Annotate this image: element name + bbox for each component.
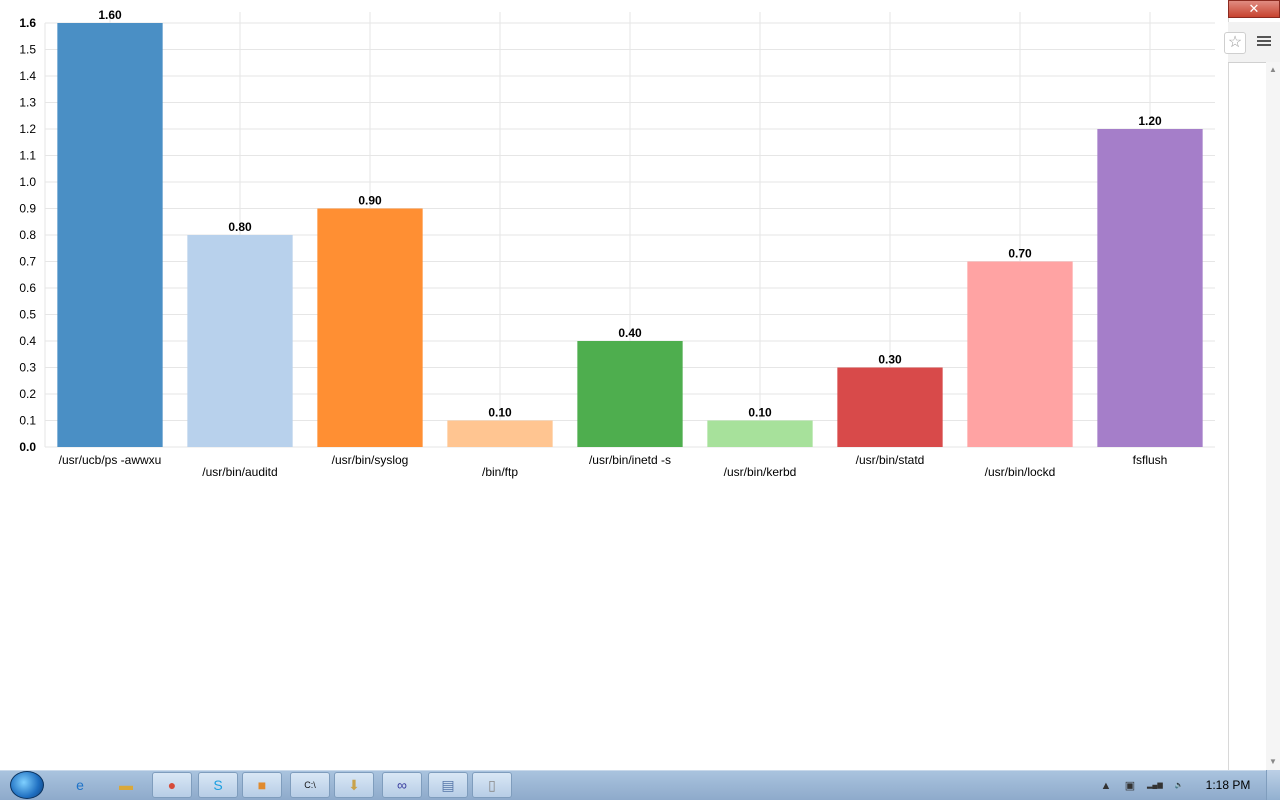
x-tick-label: fsflush xyxy=(1133,453,1168,467)
tray-up-arrow-icon[interactable]: ▲ xyxy=(1099,779,1113,793)
y-tick-label: 1.0 xyxy=(19,175,36,189)
bar[interactable] xyxy=(447,420,553,448)
y-tick-label: 0.3 xyxy=(19,361,36,375)
bar[interactable] xyxy=(1097,129,1203,447)
internet-explorer-taskbar-button[interactable]: e xyxy=(60,772,100,798)
bar-chart: 0.0 0.1 0.2 0.3 0.4 0.5 0.6 0.7 0.8 0.9 1.0 1.1 1.2 1… xyxy=(19,8,1215,479)
y-tick-label: 1.3 xyxy=(19,96,36,110)
show-desktop-button[interactable] xyxy=(1266,770,1280,800)
bar[interactable] xyxy=(707,420,813,448)
taskbar xyxy=(0,770,1280,800)
skype-icon: S xyxy=(213,777,223,793)
chart-area: 0.0 0.1 0.2 0.3 0.4 0.5 0.6 0.7 0.8 0.9 1.0 1.1 1.2 1… xyxy=(0,0,1228,770)
folder-icon: ▬ xyxy=(119,777,133,793)
start-button[interactable] xyxy=(10,771,44,799)
signal-icon[interactable]: ▂▄▆ xyxy=(1147,779,1163,793)
chrome-taskbar-button[interactable]: ● xyxy=(152,772,192,798)
x-tick-label: /usr/bin/inetd -s xyxy=(589,453,671,467)
command-prompt-icon: C:\ xyxy=(304,780,316,790)
app-icon: ■ xyxy=(257,777,267,793)
bar[interactable] xyxy=(317,208,423,448)
y-tick-label: 0.7 xyxy=(19,255,36,269)
bar-value-label: 1.60 xyxy=(98,8,122,22)
bar[interactable] xyxy=(57,23,163,447)
clock[interactable]: 1:18 PM xyxy=(1196,778,1260,792)
bar-value-label: 0.90 xyxy=(358,194,382,208)
skype-taskbar-button[interactable]: S xyxy=(198,772,238,798)
close-button[interactable]: ✕ xyxy=(1228,0,1280,18)
document-icon: ▯ xyxy=(488,777,496,793)
x-tick-label: /usr/bin/auditd xyxy=(202,465,277,479)
network-device-icon[interactable]: ▣ xyxy=(1123,779,1137,793)
x-tick-label: /usr/bin/lockd xyxy=(985,465,1056,479)
y-tick-label: 1.2 xyxy=(19,122,36,136)
bar-value-label: 1.20 xyxy=(1138,114,1162,128)
scroll-down-icon[interactable]: ▼ xyxy=(1266,756,1280,768)
chrome-icon: ● xyxy=(167,777,177,793)
menu-icon[interactable] xyxy=(1256,34,1272,50)
y-tick-label: 1.5 xyxy=(19,43,36,57)
y-tick-label: 0.4 xyxy=(19,334,36,348)
y-tick-label: 1.1 xyxy=(19,149,36,163)
y-tick-label: 0.9 xyxy=(19,202,36,216)
bar-value-label: 0.10 xyxy=(748,406,772,420)
x-tick-label: /usr/bin/syslog xyxy=(332,453,409,467)
volume-icon[interactable]: 🔈 xyxy=(1172,779,1186,793)
y-tick-label: 0.0 xyxy=(19,440,36,454)
x-tick-label: /bin/ftp xyxy=(482,465,518,479)
bar-value-label: 0.40 xyxy=(618,326,642,340)
bar[interactable] xyxy=(967,261,1073,448)
y-tick-label: 0.8 xyxy=(19,228,36,242)
y-tick-label: 0.6 xyxy=(19,281,36,295)
x-tick-label: /usr/ucb/ps -awwxu xyxy=(59,453,162,467)
bar-value-label: 0.10 xyxy=(488,406,512,420)
window-icon: ▤ xyxy=(441,777,455,793)
scroll-up-icon[interactable]: ▲ xyxy=(1266,64,1280,76)
y-tick-label: 0.2 xyxy=(19,387,36,401)
bar-value-label: 0.80 xyxy=(228,220,252,234)
bar[interactable] xyxy=(577,341,683,447)
star-icon[interactable]: ☆ xyxy=(1224,32,1246,54)
y-tick-label: 1.6 xyxy=(19,16,36,30)
folder-taskbar-button[interactable]: ▬ xyxy=(106,772,146,798)
x-tick-label: /usr/bin/statd xyxy=(856,453,925,467)
y-tick-label: 0.5 xyxy=(19,308,36,322)
y-tick-label: 1.4 xyxy=(19,69,36,83)
document-taskbar-button[interactable]: ▯ xyxy=(472,772,512,798)
app-taskbar-button[interactable]: ■ xyxy=(242,772,282,798)
command-prompt-taskbar-button[interactable]: C:\ xyxy=(290,772,330,798)
bar[interactable] xyxy=(837,367,943,448)
bar[interactable] xyxy=(187,235,293,447)
x-tick-label: /usr/bin/kerbd xyxy=(724,465,797,479)
infinity-taskbar-button[interactable]: ∞ xyxy=(382,772,422,798)
window-taskbar-button[interactable]: ▤ xyxy=(428,772,468,798)
internet-explorer-icon: e xyxy=(76,777,84,793)
infinity-icon: ∞ xyxy=(397,777,407,793)
bar-value-label: 0.70 xyxy=(1008,247,1032,261)
downloads-taskbar-button[interactable]: ⬇ xyxy=(334,772,374,798)
bar-value-label: 0.30 xyxy=(878,353,902,367)
downloads-icon: ⬇ xyxy=(348,777,360,793)
vertical-scrollbar[interactable] xyxy=(1266,62,1280,770)
y-tick-label: 0.1 xyxy=(19,414,36,428)
